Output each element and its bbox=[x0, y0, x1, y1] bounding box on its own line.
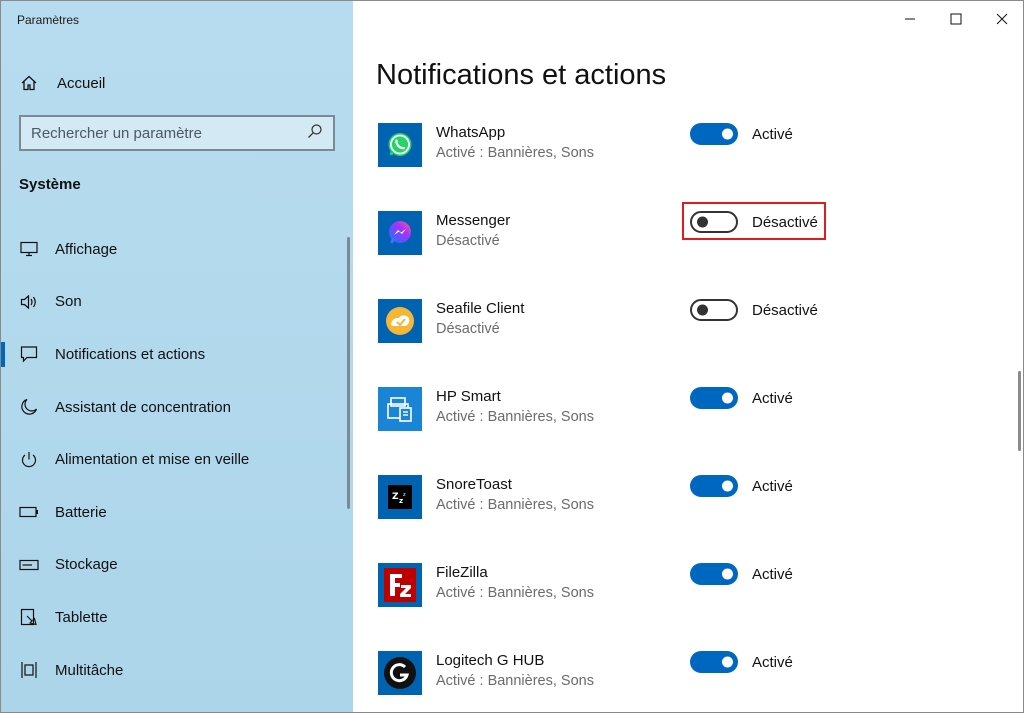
app-name: Messenger bbox=[436, 212, 511, 229]
search-box[interactable] bbox=[19, 115, 335, 151]
app-status: Désactivé bbox=[436, 321, 500, 337]
toggle-label: Activé bbox=[752, 389, 793, 407]
app-row-filezilla: FileZilla Activé : Bannières, Sons Activ… bbox=[378, 561, 998, 609]
home-icon bbox=[19, 73, 39, 93]
svg-text:z: z bbox=[399, 497, 403, 505]
app-name: WhatsApp bbox=[436, 124, 506, 141]
svg-text:z: z bbox=[403, 492, 406, 498]
filezilla-toggle[interactable] bbox=[690, 563, 738, 585]
toggle-group: Désactivé bbox=[690, 297, 818, 323]
search-input[interactable] bbox=[31, 124, 307, 142]
sidebar-item-label: Batterie bbox=[55, 503, 107, 521]
app-name: FileZilla bbox=[436, 564, 488, 581]
maximize-icon bbox=[950, 13, 962, 25]
app-name: Seafile Client bbox=[436, 300, 525, 317]
settings-window: Paramètres Accueil Système Affichage bbox=[0, 0, 1024, 713]
toggle-label: Activé bbox=[752, 565, 793, 583]
main-panel: Notifications et actions WhatsApp Activé… bbox=[353, 1, 1023, 712]
sidebar-item-label: Son bbox=[55, 293, 82, 311]
sidebar-nav: Affichage Son Notifications et actions A… bbox=[1, 223, 347, 696]
app-status: Activé : Bannières, Sons bbox=[436, 409, 594, 425]
sidebar: Paramètres Accueil Système Affichage bbox=[1, 1, 353, 712]
app-status: Activé : Bannières, Sons bbox=[436, 497, 594, 513]
hp-smart-toggle[interactable] bbox=[690, 387, 738, 409]
sidebar-item-alimentation[interactable]: Alimentation et mise en veille bbox=[1, 433, 347, 486]
whatsapp-icon bbox=[378, 123, 422, 167]
toggle-label: Activé bbox=[752, 653, 793, 671]
toggle-group: Activé bbox=[690, 561, 793, 587]
home-link[interactable]: Accueil bbox=[19, 71, 105, 95]
sidebar-item-batterie[interactable]: Batterie bbox=[1, 486, 347, 539]
sidebar-item-label: Alimentation et mise en veille bbox=[55, 451, 250, 469]
app-row-seafile: Seafile Client Désactivé Désactivé bbox=[378, 297, 998, 345]
sidebar-item-stockage[interactable]: Stockage bbox=[1, 539, 347, 592]
sidebar-item-label: Assistant de concentration bbox=[55, 398, 231, 416]
messenger-icon bbox=[378, 211, 422, 255]
page-title: Notifications et actions bbox=[376, 59, 667, 91]
sidebar-item-label: Affichage bbox=[55, 240, 118, 258]
section-title: Système bbox=[19, 176, 81, 193]
whatsapp-toggle[interactable] bbox=[690, 123, 738, 145]
sidebar-item-son[interactable]: Son bbox=[1, 276, 347, 329]
moon-icon bbox=[19, 397, 39, 417]
app-status: Activé : Bannières, Sons bbox=[436, 145, 594, 161]
home-label: Accueil bbox=[57, 74, 106, 92]
app-name: SnoreToast bbox=[436, 476, 512, 493]
snoretoast-toggle[interactable] bbox=[690, 475, 738, 497]
toggle-group: Activé bbox=[690, 649, 793, 675]
app-row-hp-smart: HP Smart Activé : Bannières, Sons Activé bbox=[378, 385, 998, 433]
toggle-group: Activé bbox=[690, 473, 793, 499]
window-controls bbox=[887, 1, 1023, 37]
filezilla-icon bbox=[378, 563, 422, 607]
multitask-icon bbox=[19, 660, 39, 680]
toggle-label: Activé bbox=[752, 477, 793, 495]
battery-icon bbox=[19, 502, 39, 522]
app-status: Activé : Bannières, Sons bbox=[436, 585, 594, 601]
minimize-icon bbox=[905, 18, 915, 20]
app-name: HP Smart bbox=[436, 388, 501, 405]
sidebar-item-label: Notifications et actions bbox=[55, 345, 206, 363]
snoretoast-icon: Zzz bbox=[378, 475, 422, 519]
app-row-snoretoast: Zzz SnoreToast Activé : Bannières, Sons … bbox=[378, 473, 998, 521]
svg-text:Z: Z bbox=[392, 492, 399, 502]
sidebar-item-label: Tablette bbox=[55, 608, 108, 626]
window-title: Paramètres bbox=[17, 13, 80, 27]
app-row-whatsapp: WhatsApp Activé : Bannières, Sons Activé bbox=[378, 121, 998, 169]
toggle-label: Désactivé bbox=[752, 301, 818, 319]
sidebar-item-tablette[interactable]: Tablette bbox=[1, 591, 347, 644]
app-status: Activé : Bannières, Sons bbox=[436, 673, 594, 689]
seafile-icon bbox=[378, 299, 422, 343]
maximize-button[interactable] bbox=[933, 1, 979, 37]
power-icon bbox=[19, 450, 39, 470]
main-scrollbar[interactable] bbox=[1018, 371, 1021, 451]
toggle-group: Activé bbox=[690, 385, 793, 411]
sidebar-item-notifications[interactable]: Notifications et actions bbox=[1, 328, 347, 381]
toggle-label: Activé bbox=[752, 125, 793, 143]
app-row-logitech: Logitech G HUB Activé : Bannières, Sons … bbox=[378, 649, 998, 697]
storage-icon bbox=[19, 555, 39, 575]
sidebar-scrollbar[interactable] bbox=[347, 237, 350, 509]
sidebar-item-affichage[interactable]: Affichage bbox=[1, 223, 347, 276]
close-icon bbox=[996, 13, 1008, 25]
hp-smart-icon bbox=[378, 387, 422, 431]
monitor-icon bbox=[19, 239, 39, 259]
app-status: Désactivé bbox=[436, 233, 500, 249]
sidebar-item-label: Stockage bbox=[55, 556, 118, 574]
speaker-icon bbox=[19, 292, 39, 312]
highlight-box bbox=[682, 202, 826, 240]
logitech-toggle[interactable] bbox=[690, 651, 738, 673]
sidebar-item-label: Multitâche bbox=[55, 661, 124, 679]
logitech-icon bbox=[378, 651, 422, 695]
sidebar-item-concentration[interactable]: Assistant de concentration bbox=[1, 381, 347, 434]
app-name: Logitech G HUB bbox=[436, 652, 545, 669]
search-icon[interactable] bbox=[307, 123, 323, 144]
tablet-icon bbox=[19, 607, 39, 627]
notification-icon bbox=[19, 344, 39, 364]
sidebar-item-multitache[interactable]: Multitâche bbox=[1, 644, 347, 697]
close-button[interactable] bbox=[979, 1, 1023, 37]
toggle-group: Activé bbox=[690, 121, 793, 147]
seafile-toggle[interactable] bbox=[690, 299, 738, 321]
minimize-button[interactable] bbox=[887, 1, 933, 37]
